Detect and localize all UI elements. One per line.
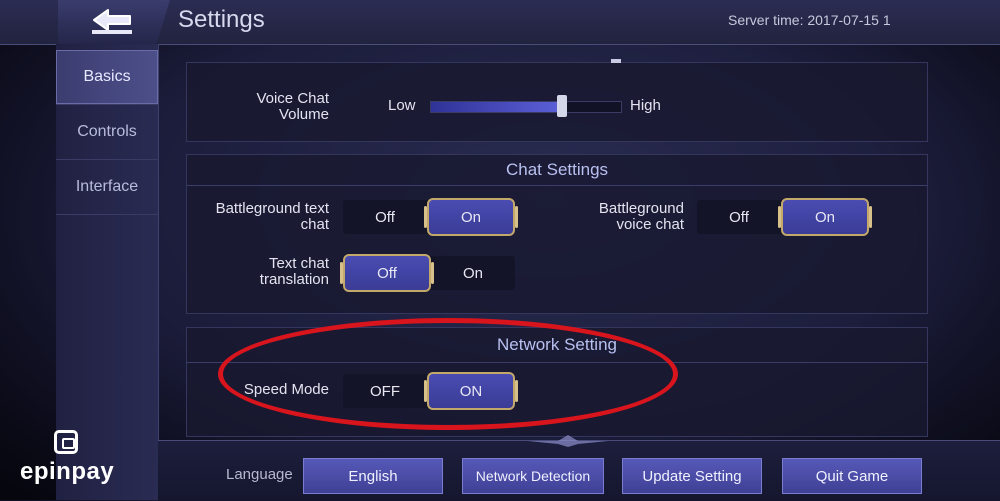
slider-fill — [431, 102, 563, 112]
text-chat-translation-label-line1: Text chat — [268, 255, 329, 272]
update-setting-button[interactable]: Update Setting — [622, 458, 762, 494]
text-chat-translation-on[interactable]: On — [431, 256, 515, 290]
slider-knob[interactable] — [557, 95, 568, 117]
text-chat-translation-toggle: Off On — [340, 254, 515, 292]
battleground-voice-chat-label-line2: voice chat — [616, 216, 684, 233]
voice-volume-slider[interactable] — [430, 95, 622, 117]
quit-game-button[interactable]: Quit Game — [782, 458, 922, 494]
sidebar-item-basics[interactable]: Basics — [56, 50, 158, 105]
text-chat-translation-off[interactable]: Off — [340, 254, 434, 292]
battleground-text-chat-off[interactable]: Off — [343, 200, 427, 234]
network-detection-button[interactable]: Network Detection — [462, 458, 604, 494]
battleground-voice-chat-label: Battleground voice chat — [560, 201, 684, 233]
volume-low-label: Low — [388, 97, 416, 114]
voice-volume-label: Voice Chat Volume — [222, 91, 329, 123]
ornament-icon — [528, 435, 608, 447]
back-arrow-icon — [92, 9, 132, 34]
server-time: Server time: 2017-07-15 1 — [728, 12, 891, 28]
chat-settings-heading: Chat Settings — [187, 155, 927, 186]
language-label: Language — [226, 466, 293, 483]
sidebar-item-interface[interactable]: Interface — [56, 160, 158, 215]
battleground-text-chat-label-line1: Battleground text — [215, 200, 329, 217]
epinpay-logo-icon — [54, 430, 78, 454]
page-title: Settings — [178, 6, 265, 33]
battleground-voice-chat-on[interactable]: On — [778, 198, 872, 236]
battleground-text-chat-toggle: Off On — [343, 198, 518, 236]
epinpay-logo-text: epinpay — [20, 458, 115, 485]
scroll-indicator — [611, 59, 621, 63]
battleground-voice-chat-toggle: Off On — [697, 198, 872, 236]
voice-volume-label-line2: Volume — [278, 106, 329, 123]
battleground-text-chat-label-line2: chat — [300, 216, 329, 233]
battleground-text-chat-label: Battleground text chat — [188, 201, 329, 233]
battleground-text-chat-on[interactable]: On — [424, 198, 518, 236]
sidebar-item-controls[interactable]: Controls — [56, 105, 158, 160]
highlight-ellipse — [218, 318, 678, 430]
language-select-button[interactable]: English — [303, 458, 443, 494]
voice-volume-label-line1: Voice Chat — [256, 90, 329, 107]
volume-high-label: High — [630, 97, 661, 114]
header-bar: Settings Server time: 2017-07-15 1 — [0, 0, 1000, 45]
text-chat-translation-label: Text chat translation — [222, 256, 329, 288]
battleground-voice-chat-label-line1: Battleground — [598, 200, 684, 217]
back-button[interactable] — [58, 0, 170, 44]
battleground-voice-chat-off[interactable]: Off — [697, 200, 781, 234]
text-chat-translation-label-line2: translation — [259, 271, 329, 288]
epinpay-logo: epinpay — [20, 428, 120, 488]
